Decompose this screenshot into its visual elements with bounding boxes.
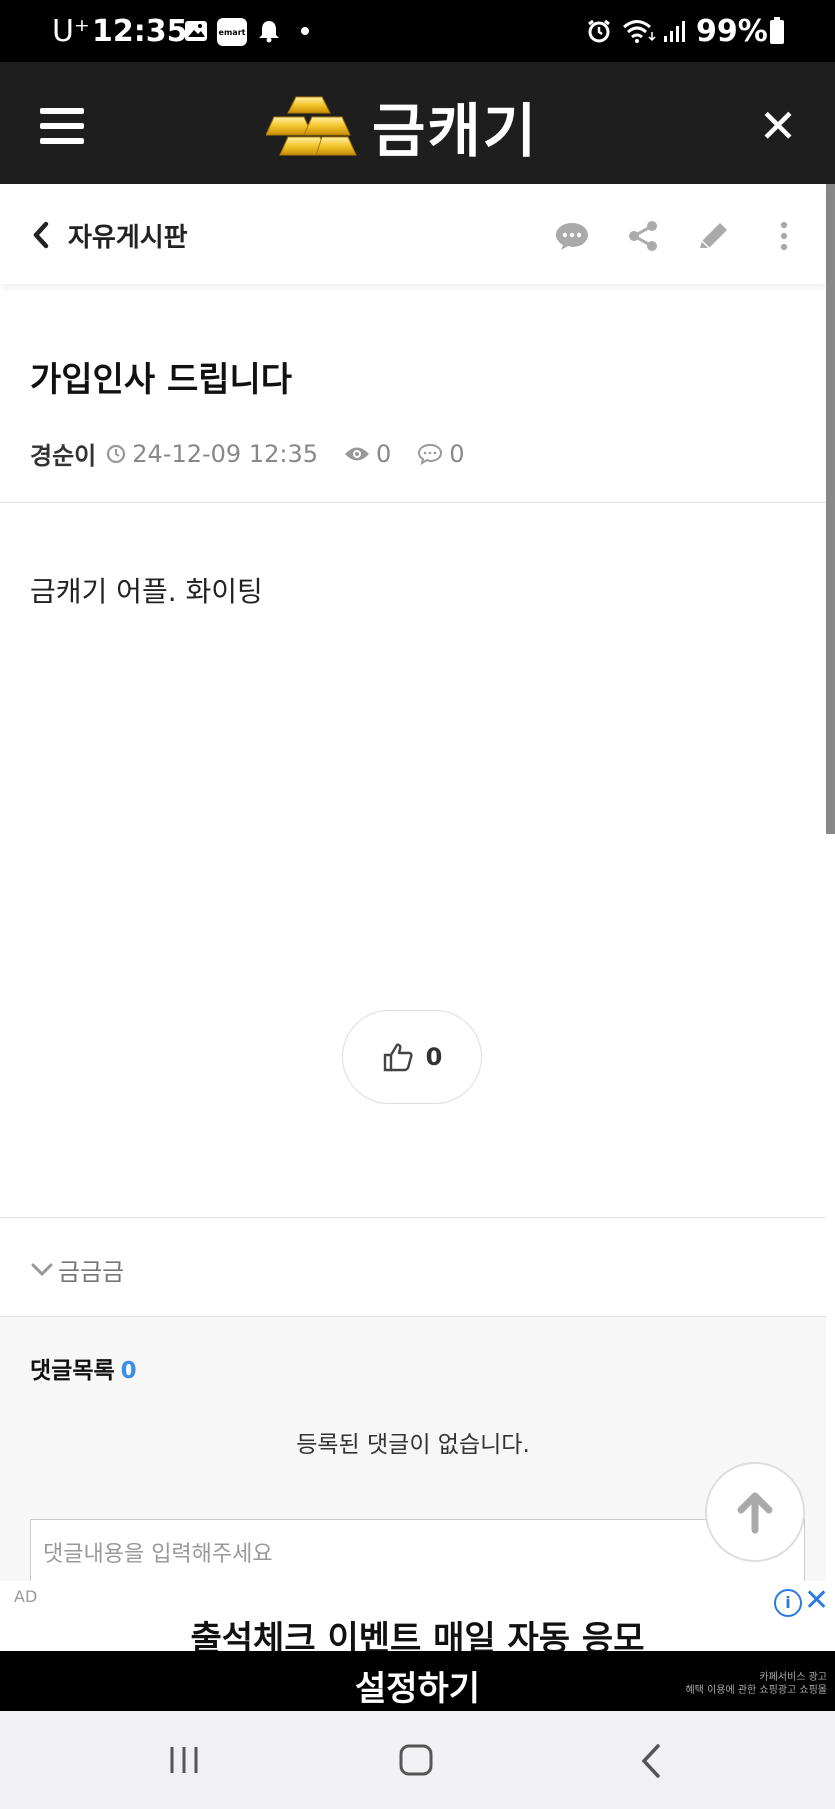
comments-count: 0 xyxy=(449,439,465,468)
post-title: 가입인사 드립니다 xyxy=(30,360,293,400)
like-count: 0 xyxy=(425,1043,443,1071)
home-icon[interactable] xyxy=(398,1743,434,1777)
ad-fine-print-2: 혜택 이용에 관한 쇼핑광고 쇼핑몰 xyxy=(685,1685,827,1696)
post-author[interactable]: 경순이 xyxy=(30,436,96,471)
close-icon[interactable]: ✕ xyxy=(756,103,800,149)
app-header: 금캐기 ✕ xyxy=(0,62,835,184)
board-title[interactable]: 자유게시판 xyxy=(68,217,188,254)
app-logo[interactable]: 금캐기 xyxy=(266,86,538,166)
tag-label: 금금금 xyxy=(58,1258,125,1286)
hamburger-icon[interactable] xyxy=(40,108,84,144)
comments-section: 댓글목록 0 등록된 댓글이 없습니다. 댓글내용을 입력해주세요 xyxy=(0,1316,826,1582)
gallery-icon xyxy=(185,21,207,41)
more-icon[interactable] xyxy=(772,220,796,252)
comments-heading-count: 0 xyxy=(120,1358,137,1384)
comment-icon[interactable] xyxy=(554,220,590,252)
divider xyxy=(0,502,826,503)
pencil-icon[interactable] xyxy=(696,220,732,252)
comments-empty-message: 등록된 댓글이 없습니다. xyxy=(296,1432,530,1458)
eye-icon xyxy=(344,447,369,460)
ad-fine-print: 카페서비스 광고 혜택 이용에 관한 쇼핑광고 쇼핑몰 xyxy=(685,1671,827,1697)
tag-row[interactable]: 금금금 xyxy=(30,1252,124,1287)
comments-heading: 댓글목록 0 xyxy=(30,1351,137,1385)
ad-banner[interactable]: AD i ✕ 출석체크 이벤트 매일 자동 응모 설정하기 카페서비스 광고 혜… xyxy=(0,1581,835,1711)
clock-icon xyxy=(107,444,126,463)
share-icon[interactable] xyxy=(626,220,662,252)
divider xyxy=(0,1217,826,1218)
status-bar: U⁺ 12:35 emart 99% xyxy=(0,0,835,62)
ad-cta-band[interactable]: 설정하기 카페서비스 광고 혜택 이용에 관한 쇼핑광고 쇼핑몰 xyxy=(0,1651,835,1711)
views-count: 0 xyxy=(375,439,392,468)
app-title: 금캐기 xyxy=(372,97,539,165)
post-body: 금캐기 어플. 화이팅 xyxy=(30,575,263,608)
comment-outline-icon xyxy=(418,443,443,465)
status-time: 12:35 xyxy=(92,14,188,49)
post-meta: 경순이 24-12-09 12:35 0 0 xyxy=(30,436,491,471)
scrollbar[interactable] xyxy=(826,184,835,834)
post-views: 0 xyxy=(344,440,391,468)
emart-icon: emart xyxy=(217,18,247,46)
bell-icon xyxy=(259,21,279,43)
battery-percent: 99% xyxy=(696,14,768,49)
post-datetime: 24-12-09 12:35 xyxy=(132,439,318,468)
battery-icon xyxy=(770,17,784,44)
arrow-up-icon xyxy=(737,1492,773,1534)
like-button[interactable]: 0 xyxy=(342,1010,482,1104)
wifi-icon xyxy=(623,20,656,43)
dot-icon xyxy=(301,27,309,35)
alarm-icon xyxy=(588,19,610,43)
ad-fine-print-1: 카페서비스 광고 xyxy=(759,1672,827,1683)
board-bar: 자유게시판 xyxy=(0,184,826,284)
chevron-left-icon[interactable] xyxy=(30,220,52,250)
ad-label: AD xyxy=(14,1587,38,1606)
thumbs-up-icon xyxy=(383,1043,413,1072)
gold-bars-icon xyxy=(266,96,357,156)
post-date: 24-12-09 12:35 xyxy=(106,440,318,468)
comment-input[interactable]: 댓글내용을 입력해주세요 xyxy=(30,1519,805,1582)
system-nav-bar xyxy=(0,1711,835,1809)
recent-apps-icon[interactable] xyxy=(166,1743,202,1777)
carrier-label: U⁺ xyxy=(52,14,90,49)
back-nav-icon[interactable] xyxy=(636,1743,666,1779)
scroll-top-button[interactable] xyxy=(705,1462,805,1562)
comments-heading-label: 댓글목록 xyxy=(30,1358,115,1384)
post-comments: 0 xyxy=(417,439,465,468)
signal-icon xyxy=(664,21,685,42)
chevron-down-icon xyxy=(31,1263,53,1276)
emart-label: emart xyxy=(218,27,246,37)
